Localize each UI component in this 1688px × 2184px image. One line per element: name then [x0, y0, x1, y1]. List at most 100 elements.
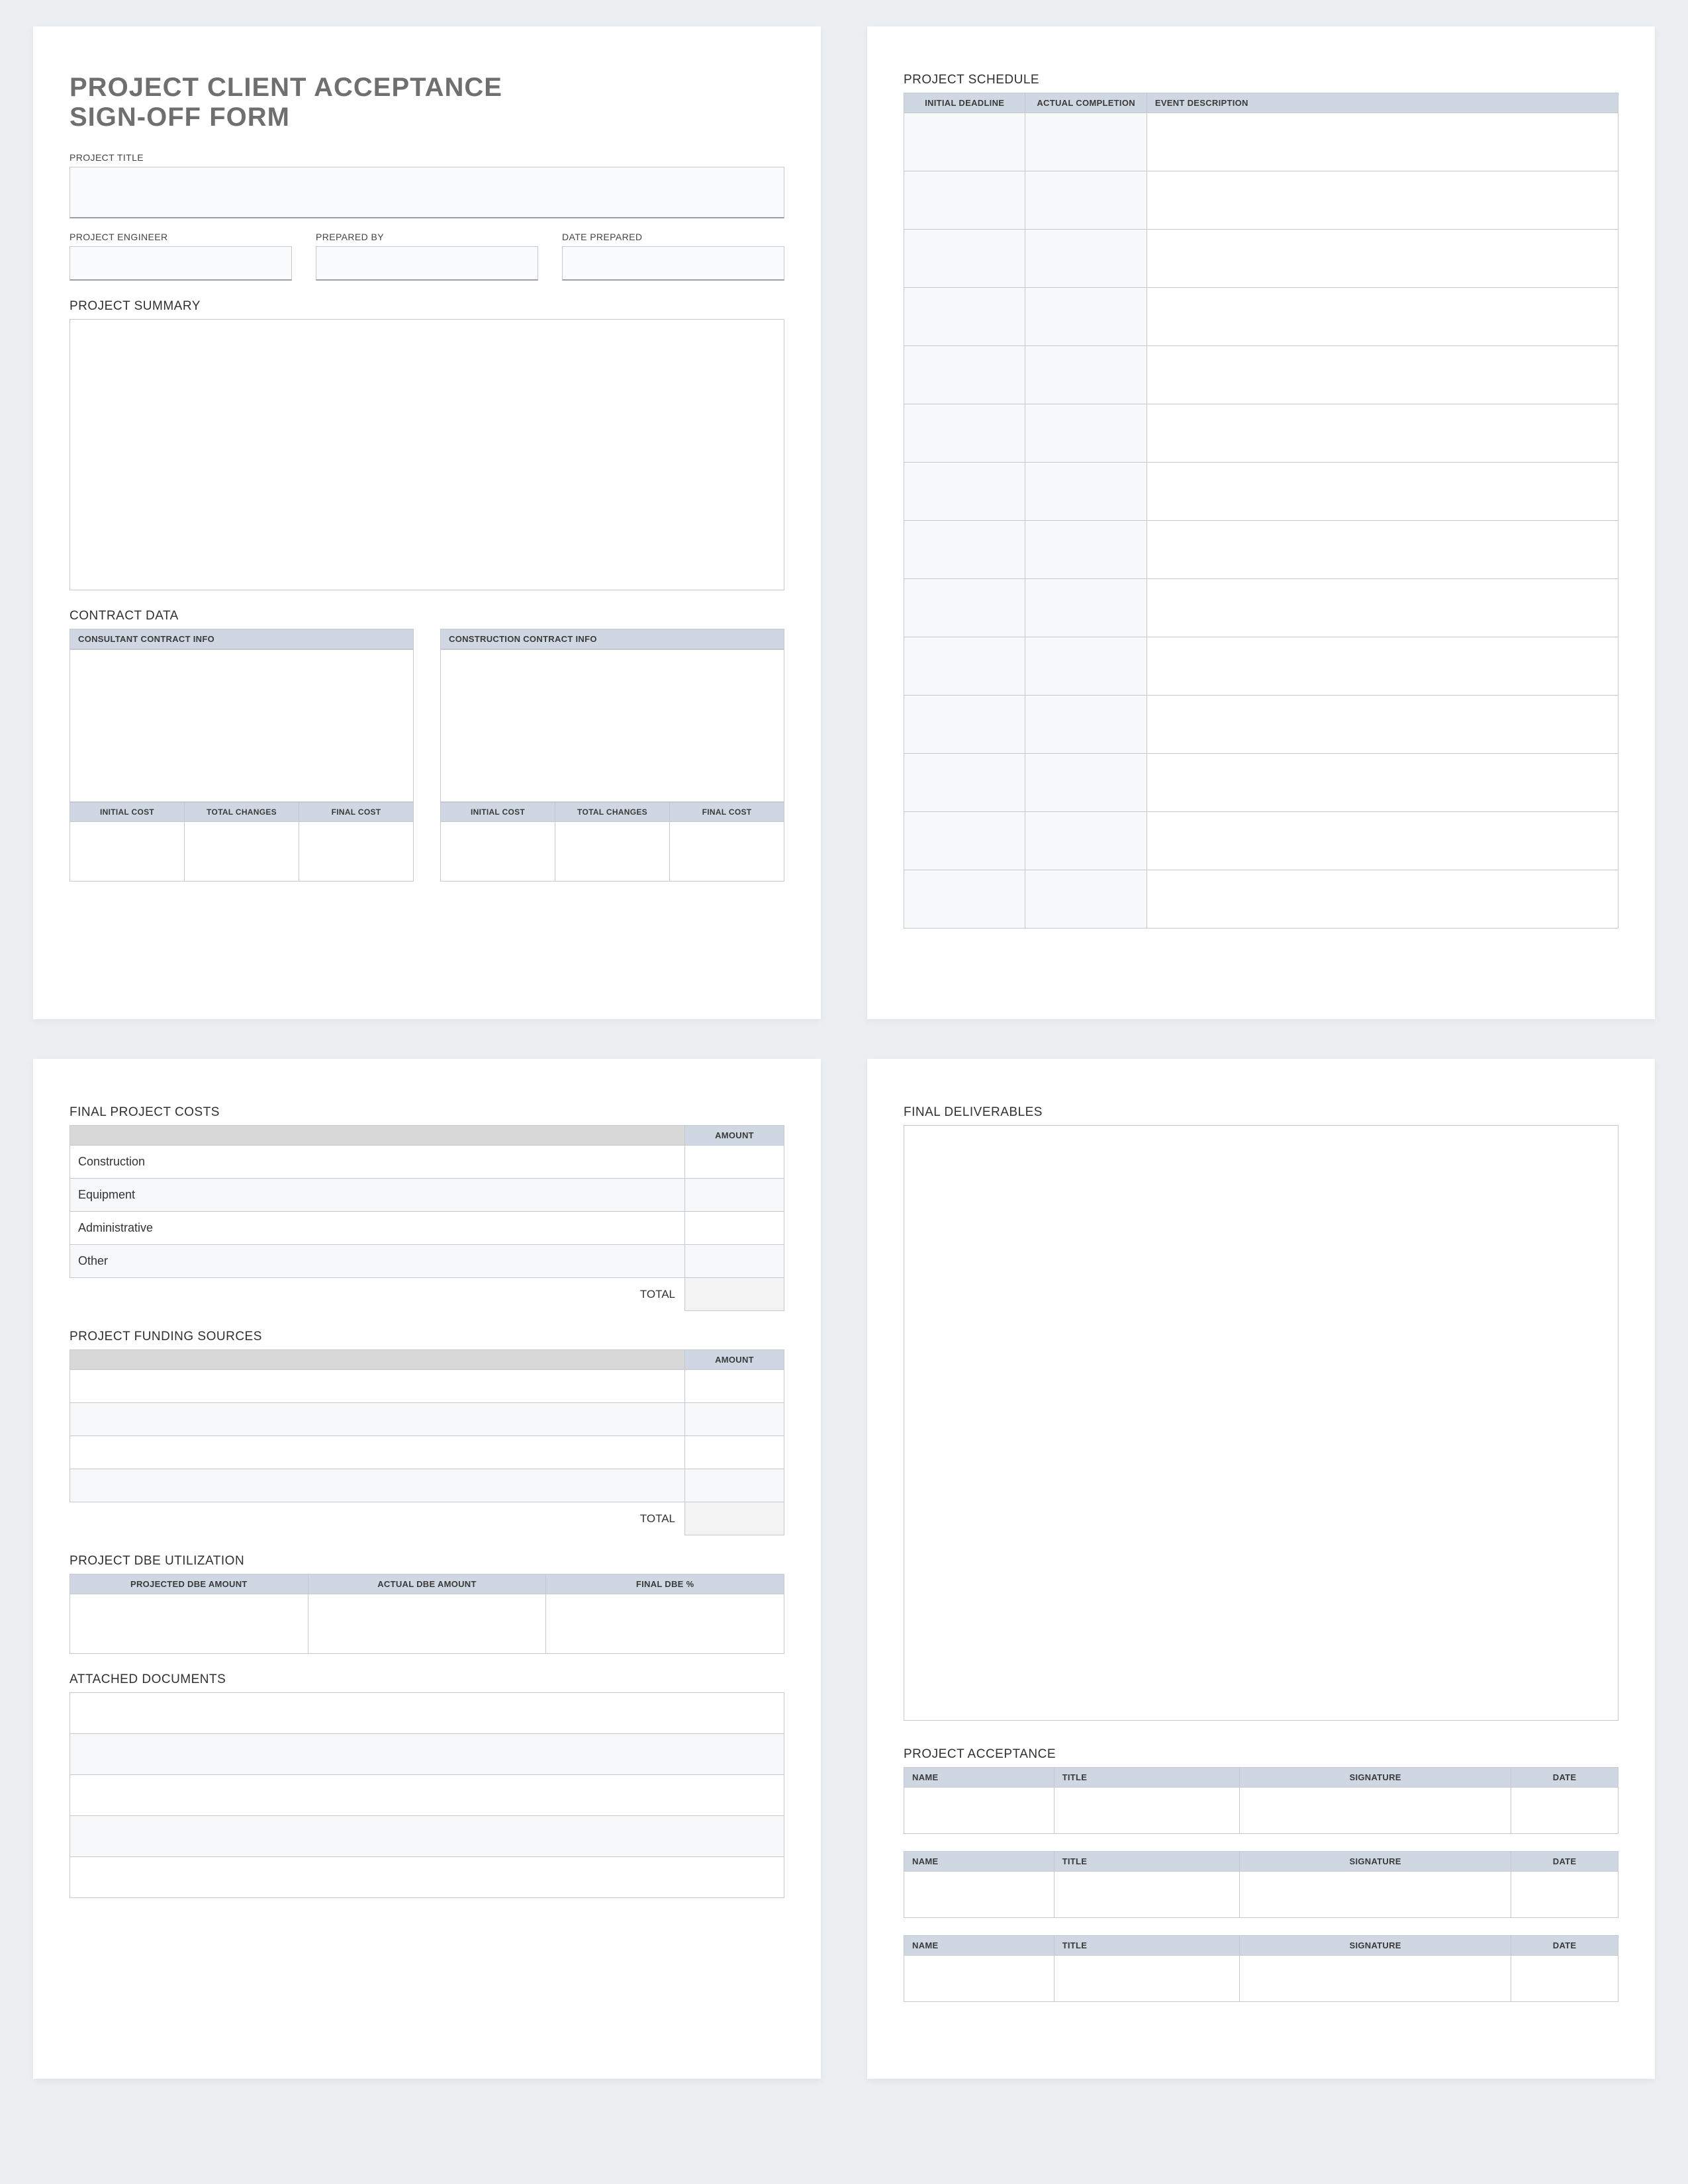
funding-source[interactable]: [70, 1469, 685, 1502]
schedule-row: [904, 346, 1618, 404]
cell-total-funding[interactable]: [685, 1502, 784, 1535]
cell-event-description[interactable]: [1147, 230, 1618, 288]
th-construction: CONSTRUCTION CONTRACT INFO: [441, 629, 784, 649]
cell-consultant-info[interactable]: [70, 649, 414, 801]
funding-amount[interactable]: [685, 1403, 784, 1436]
cost-row-amount[interactable]: [685, 1245, 784, 1278]
cell-date[interactable]: [1511, 1872, 1618, 1918]
cell-title[interactable]: [1054, 1788, 1240, 1834]
attached-doc-cell[interactable]: [70, 1693, 784, 1734]
cell-initial-deadline[interactable]: [904, 521, 1025, 579]
cell-actual-completion[interactable]: [1025, 696, 1147, 754]
input-final-deliverables[interactable]: [904, 1125, 1618, 1721]
cell-consult-final[interactable]: [299, 821, 414, 881]
cell-event-description[interactable]: [1147, 171, 1618, 230]
funding-amount[interactable]: [685, 1370, 784, 1403]
cell-projected-dbe[interactable]: [70, 1594, 308, 1654]
input-date-prepared[interactable]: [562, 246, 784, 281]
cell-actual-dbe[interactable]: [308, 1594, 546, 1654]
cell-event-description[interactable]: [1147, 113, 1618, 171]
cell-actual-completion[interactable]: [1025, 870, 1147, 929]
th-date: DATE: [1511, 1768, 1618, 1788]
cell-date[interactable]: [1511, 1788, 1618, 1834]
cell-actual-completion[interactable]: [1025, 754, 1147, 812]
cell-name[interactable]: [904, 1872, 1055, 1918]
cell-signature[interactable]: [1240, 1788, 1511, 1834]
funding-amount[interactable]: [685, 1436, 784, 1469]
cell-actual-completion[interactable]: [1025, 637, 1147, 696]
cell-actual-completion[interactable]: [1025, 463, 1147, 521]
cell-total-costs[interactable]: [685, 1278, 784, 1311]
cell-title[interactable]: [1054, 1872, 1240, 1918]
cell-actual-completion[interactable]: [1025, 404, 1147, 463]
cell-event-description[interactable]: [1147, 463, 1618, 521]
cell-initial-deadline[interactable]: [904, 637, 1025, 696]
cell-constr-initial[interactable]: [441, 821, 555, 881]
cell-actual-completion[interactable]: [1025, 230, 1147, 288]
cell-initial-deadline[interactable]: [904, 812, 1025, 870]
schedule-row: [904, 579, 1618, 637]
cell-date[interactable]: [1511, 1956, 1618, 2002]
cost-row-amount[interactable]: [685, 1146, 784, 1179]
input-project-summary[interactable]: [70, 319, 784, 590]
cell-event-description[interactable]: [1147, 521, 1618, 579]
cell-consult-changes[interactable]: [185, 821, 299, 881]
cell-event-description[interactable]: [1147, 346, 1618, 404]
cell-name[interactable]: [904, 1788, 1055, 1834]
cell-actual-completion[interactable]: [1025, 579, 1147, 637]
cost-row-amount[interactable]: [685, 1212, 784, 1245]
cell-event-description[interactable]: [1147, 288, 1618, 346]
cell-title[interactable]: [1054, 1956, 1240, 2002]
label-project-summary: PROJECT SUMMARY: [70, 299, 784, 314]
cell-event-description[interactable]: [1147, 870, 1618, 929]
th-initial-cost-2: INITIAL COST: [441, 802, 555, 821]
cell-actual-completion[interactable]: [1025, 288, 1147, 346]
input-project-engineer[interactable]: [70, 246, 292, 281]
cell-initial-deadline[interactable]: [904, 404, 1025, 463]
cell-event-description[interactable]: [1147, 696, 1618, 754]
input-project-title[interactable]: [70, 167, 784, 218]
cell-initial-deadline[interactable]: [904, 463, 1025, 521]
cell-initial-deadline[interactable]: [904, 113, 1025, 171]
cell-construction-info[interactable]: [441, 649, 784, 801]
cell-constr-changes[interactable]: [555, 821, 670, 881]
cell-actual-completion[interactable]: [1025, 113, 1147, 171]
attached-doc-cell[interactable]: [70, 1816, 784, 1857]
cell-actual-completion[interactable]: [1025, 346, 1147, 404]
cell-constr-final[interactable]: [670, 821, 784, 881]
schedule-row: [904, 696, 1618, 754]
cell-event-description[interactable]: [1147, 404, 1618, 463]
cell-signature[interactable]: [1240, 1956, 1511, 2002]
cell-initial-deadline[interactable]: [904, 171, 1025, 230]
cost-row: Administrative: [70, 1212, 784, 1245]
attached-doc-cell[interactable]: [70, 1857, 784, 1898]
cell-event-description[interactable]: [1147, 637, 1618, 696]
consultant-info-table: CONSULTANT CONTRACT INFO: [70, 629, 414, 649]
cell-initial-deadline[interactable]: [904, 870, 1025, 929]
cell-final-dbe[interactable]: [546, 1594, 784, 1654]
cell-event-description[interactable]: [1147, 754, 1618, 812]
cell-initial-deadline[interactable]: [904, 288, 1025, 346]
cell-event-description[interactable]: [1147, 812, 1618, 870]
cell-consult-initial[interactable]: [70, 821, 185, 881]
cell-name[interactable]: [904, 1956, 1055, 2002]
funding-source[interactable]: [70, 1370, 685, 1403]
cell-event-description[interactable]: [1147, 579, 1618, 637]
cell-actual-completion[interactable]: [1025, 812, 1147, 870]
label-funding-sources: PROJECT FUNDING SOURCES: [70, 1330, 784, 1344]
funding-source[interactable]: [70, 1403, 685, 1436]
cell-initial-deadline[interactable]: [904, 230, 1025, 288]
cell-initial-deadline[interactable]: [904, 696, 1025, 754]
cell-initial-deadline[interactable]: [904, 346, 1025, 404]
cell-signature[interactable]: [1240, 1872, 1511, 1918]
attached-doc-cell[interactable]: [70, 1734, 784, 1775]
input-prepared-by[interactable]: [316, 246, 538, 281]
cell-actual-completion[interactable]: [1025, 521, 1147, 579]
funding-source[interactable]: [70, 1436, 685, 1469]
cell-initial-deadline[interactable]: [904, 579, 1025, 637]
cost-row-amount[interactable]: [685, 1179, 784, 1212]
cell-initial-deadline[interactable]: [904, 754, 1025, 812]
cell-actual-completion[interactable]: [1025, 171, 1147, 230]
funding-amount[interactable]: [685, 1469, 784, 1502]
attached-doc-cell[interactable]: [70, 1775, 784, 1816]
